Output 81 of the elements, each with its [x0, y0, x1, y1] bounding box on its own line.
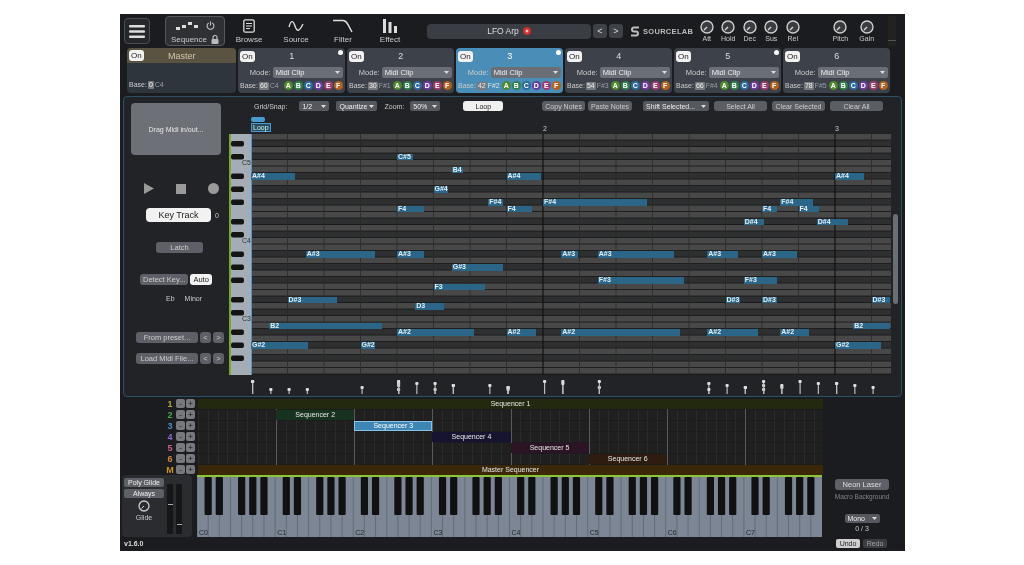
nav-tab[interactable]: Effect: [367, 16, 413, 46]
power-icon: [205, 21, 215, 30]
caret-icon: [369, 104, 375, 108]
nav-tab[interactable]: Source: [273, 16, 319, 46]
add-button[interactable]: +: [186, 465, 195, 474]
on-toggle[interactable]: On: [458, 50, 473, 62]
on-toggle[interactable]: On: [567, 50, 582, 62]
caret-icon: [335, 70, 340, 74]
menu-icon: [129, 24, 145, 38]
knob[interactable]: [742, 20, 757, 34]
card-title: 2: [397, 51, 405, 61]
add-button[interactable]: +: [186, 399, 195, 408]
card-title: 1: [288, 51, 296, 61]
track-number: M: [165, 464, 175, 475]
card-title: Master: [167, 50, 197, 61]
knob[interactable]: [138, 500, 150, 512]
caret-icon: [432, 104, 438, 108]
caret-icon: [771, 70, 776, 74]
wave-icon: [288, 19, 304, 32]
track-number: 6: [166, 453, 174, 464]
preset-name-field[interactable]: LFO Arp: [427, 23, 591, 39]
scrollbar-thumb[interactable]: [893, 214, 898, 305]
on-toggle[interactable]: On: [785, 50, 800, 62]
nav-tab[interactable]: Sequence: [165, 16, 225, 46]
output-meter: [887, 16, 896, 46]
knob[interactable]: [699, 20, 714, 34]
knob[interactable]: [859, 20, 874, 34]
add-button[interactable]: +: [186, 454, 195, 463]
add-button[interactable]: +: [186, 432, 195, 441]
card-title: 6: [833, 51, 841, 61]
remove-button[interactable]: -: [176, 399, 185, 408]
add-button[interactable]: +: [186, 410, 195, 419]
add-button[interactable]: +: [186, 443, 195, 452]
card-title: 5: [724, 51, 732, 61]
card-title: 3: [506, 51, 514, 61]
logo-icon: [630, 25, 640, 37]
caret-icon: [662, 70, 667, 74]
on-toggle[interactable]: On: [240, 50, 255, 62]
knob[interactable]: [721, 20, 736, 34]
on-toggle[interactable]: On: [349, 50, 364, 62]
nav-tab[interactable]: Browse: [226, 16, 272, 46]
play-icon[interactable]: [144, 183, 154, 194]
remove-button[interactable]: -: [176, 465, 185, 474]
remove-button[interactable]: -: [176, 454, 185, 463]
knob[interactable]: [785, 20, 800, 34]
track-number: 1: [166, 398, 174, 409]
nav-tab[interactable]: Filter: [320, 16, 366, 46]
remove-button[interactable]: -: [176, 410, 185, 419]
bars-icon: [382, 18, 398, 33]
track-number: 2: [166, 409, 174, 420]
on-toggle[interactable]: On: [676, 50, 691, 62]
key-track-button[interactable]: Key Track: [146, 208, 211, 222]
lock-icon: [211, 34, 219, 44]
record-icon[interactable]: [208, 183, 219, 194]
caret-icon: [553, 70, 558, 74]
piano-keys-drawing[interactable]: [231, 141, 244, 362]
caret-icon: [871, 517, 877, 520]
caret-icon: [444, 70, 449, 74]
track-number: 5: [166, 442, 174, 453]
loop-marker[interactable]: [251, 116, 265, 122]
filter-curve-icon: [333, 18, 353, 33]
previous-preset-button[interactable]: <: [593, 24, 607, 38]
caret-icon: [880, 70, 885, 74]
knob[interactable]: [833, 20, 848, 34]
stop-icon[interactable]: [176, 183, 186, 194]
next-preset-button[interactable]: >: [609, 24, 623, 38]
track-number: 4: [166, 431, 174, 442]
piano-keys-drawing[interactable]: [197, 475, 822, 537]
remove-button[interactable]: -: [176, 421, 185, 430]
menu-button[interactable]: [124, 18, 150, 44]
caret-icon: [701, 104, 707, 108]
track-number: 3: [166, 420, 174, 431]
add-button[interactable]: +: [186, 421, 195, 430]
knob[interactable]: [764, 20, 779, 34]
remove-button[interactable]: -: [176, 432, 185, 441]
remove-button[interactable]: -: [176, 443, 185, 452]
caret-icon: [321, 104, 327, 108]
card-title: 4: [615, 51, 623, 61]
document-icon: [243, 18, 255, 33]
step-bars-icon: [175, 20, 198, 31]
on-toggle[interactable]: On: [129, 50, 144, 61]
